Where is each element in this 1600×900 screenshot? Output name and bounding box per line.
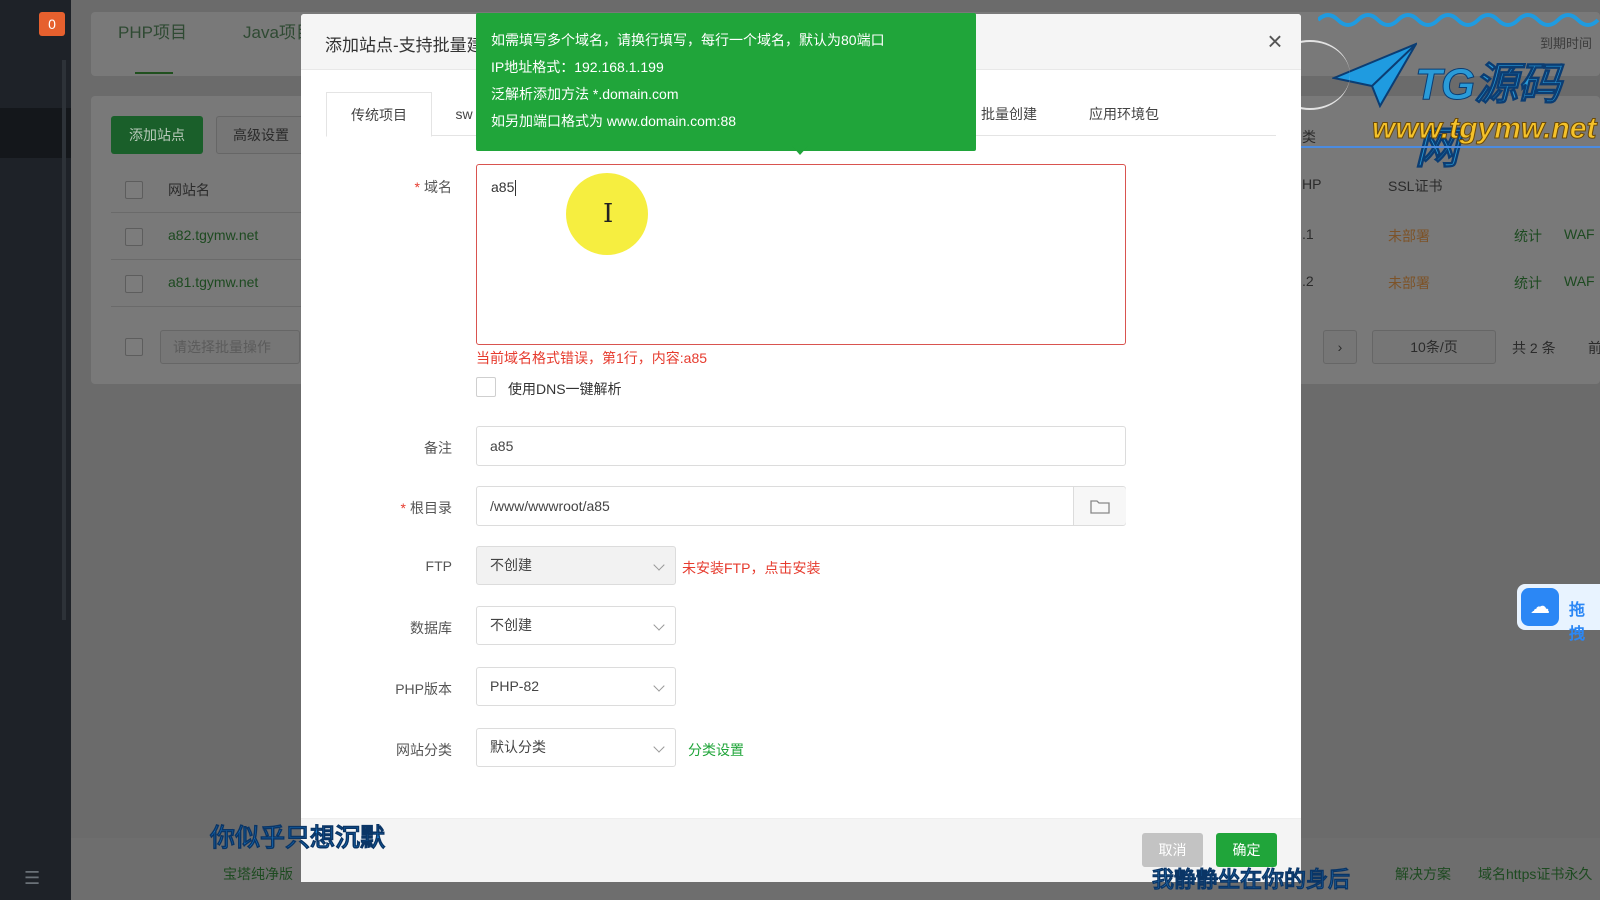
install-ftp-link[interactable]: 未安装FTP，点击安装: [682, 558, 820, 578]
cloud-icon: ☁: [1521, 588, 1559, 626]
ftp-value: 不创建: [490, 557, 532, 573]
bg-batch-checkbox[interactable]: [125, 338, 143, 356]
php-version-label: PHP版本: [395, 681, 452, 697]
text-cursor-icon: I: [603, 199, 614, 229]
tooltip-line: 泛解析添加方法 *.domain.com: [491, 86, 679, 102]
category-select[interactable]: 默认分类: [476, 728, 676, 767]
tab-traditional[interactable]: 传统项目: [326, 92, 432, 137]
bg-row-waf[interactable]: WAF: [1564, 226, 1595, 242]
bg-row-stats[interactable]: 统计: [1514, 226, 1542, 246]
ftp-label: FTP: [425, 558, 452, 574]
subtitle-line-1: 你似乎只想沉默: [210, 824, 386, 853]
sidebar-active-item[interactable]: [0, 108, 71, 158]
bg-row-php: .2: [1302, 273, 1314, 289]
domain-help-tooltip: 如需填写多个域名，请换行填写，每行一个域名，默认为80端口 IP地址格式：192…: [476, 13, 976, 151]
bg-next-page-button[interactable]: ›: [1323, 330, 1357, 364]
tab-batch-create[interactable]: 批量创建: [969, 92, 1049, 136]
bg-prev-label[interactable]: 前: [1588, 338, 1600, 358]
tooltip-arrow: [792, 146, 808, 155]
remark-value: a85: [490, 438, 514, 454]
bg-advanced-button[interactable]: 高级设置: [216, 116, 306, 154]
category-label: 网站分类: [396, 742, 452, 758]
bg-col-ssl[interactable]: SSL证书: [1388, 176, 1442, 196]
chevron-down-icon: [653, 619, 665, 631]
folder-icon: [1090, 500, 1110, 514]
menu-icon[interactable]: ☰: [24, 868, 40, 889]
sidebar: 0 ☰: [0, 0, 71, 900]
root-dir-input[interactable]: /www/wwwroot/a85: [476, 486, 1126, 526]
table-row: a82.tgymw.net: [111, 213, 301, 260]
bg-col-php[interactable]: HP: [1302, 176, 1321, 192]
sidebar-scrollbar[interactable]: [62, 60, 66, 620]
bg-site-link[interactable]: a82.tgymw.net: [168, 227, 258, 243]
text-caret: [515, 180, 517, 197]
table-row: a81.tgymw.net: [111, 260, 301, 307]
bg-tab-indicator: [135, 72, 173, 74]
bg-batch-select[interactable]: 请选择批量操作: [160, 330, 300, 364]
bg-page-size-select[interactable]: 10条/页: [1372, 330, 1496, 364]
bg-row-ssl[interactable]: 未部署: [1388, 226, 1430, 246]
ftp-select[interactable]: 不创建: [476, 546, 676, 585]
domain-label: * 域名: [414, 179, 452, 195]
required-mark: *: [400, 500, 406, 516]
notification-badge[interactable]: 0: [39, 12, 65, 36]
tooltip-line: IP地址格式：192.168.1.199: [491, 59, 664, 75]
root-dir-value: /www/wwwroot/a85: [490, 498, 610, 514]
bg-footer-left[interactable]: 宝塔纯净版: [223, 864, 293, 884]
bg-row-php: .1: [1302, 226, 1314, 242]
bg-category-label: 类: [1302, 129, 1316, 145]
required-mark: *: [414, 179, 420, 195]
cloud-drag-button[interactable]: ☁ 拖拽: [1517, 584, 1600, 643]
php-version-value: PHP-82: [490, 678, 540, 694]
bg-select-all-checkbox[interactable]: [125, 181, 143, 199]
folder-picker-button[interactable]: [1073, 487, 1126, 525]
category-settings-link[interactable]: 分类设置: [688, 740, 744, 760]
root-dir-label: * 根目录: [400, 500, 452, 516]
bg-expire-label: 到期时间: [1540, 36, 1593, 51]
bg-row-ssl[interactable]: 未部署: [1388, 273, 1430, 293]
tooltip-line: 如另加端口格式为 www.domain.com:88: [491, 113, 737, 129]
bg-row-waf[interactable]: WAF: [1564, 273, 1595, 289]
bg-site-link[interactable]: a81.tgymw.net: [168, 274, 258, 290]
bg-row-checkbox[interactable]: [125, 275, 143, 293]
bg-footer-mid[interactable]: 解决方案: [1395, 864, 1451, 884]
watermark-url: www.tgymw.net: [1371, 112, 1597, 146]
chevron-down-icon: [653, 680, 665, 692]
bg-footer-right[interactable]: 域名https证书永久: [1478, 864, 1592, 884]
cloud-drag-label: 拖拽: [1569, 602, 1586, 643]
wave-decoration-icon: [1318, 13, 1600, 27]
highlight-line: [1295, 146, 1600, 148]
dns-label[interactable]: 使用DNS一键解析: [508, 379, 622, 399]
subtitle-line-2: 我静静坐在你的身后: [1152, 867, 1351, 893]
category-value: 默认分类: [490, 739, 546, 755]
dns-checkbox[interactable]: [476, 377, 496, 397]
bg-row-stats[interactable]: 统计: [1514, 273, 1542, 293]
php-version-select[interactable]: PHP-82: [476, 667, 676, 706]
domain-value: a85: [491, 179, 515, 195]
modal-title: 添加站点-支持批量建站: [325, 36, 501, 55]
remark-label: 备注: [424, 440, 452, 456]
tooltip-line: 如需填写多个域名，请换行填写，每行一个域名，默认为80端口: [491, 32, 885, 48]
chevron-down-icon: [653, 741, 665, 753]
bg-table-header: 网站名: [111, 166, 301, 213]
bg-row-checkbox[interactable]: [125, 228, 143, 246]
bg-add-site-button[interactable]: 添加站点: [111, 116, 203, 154]
tab-app-env[interactable]: 应用环境包: [1074, 92, 1174, 136]
database-label: 数据库: [410, 620, 452, 636]
database-select[interactable]: 不创建: [476, 606, 676, 645]
bg-col-site-name[interactable]: 网站名: [168, 180, 210, 200]
remark-input[interactable]: a85: [476, 426, 1126, 466]
bg-tab-php[interactable]: PHP项目: [118, 18, 187, 43]
bg-total: 共 2 条: [1512, 340, 1556, 356]
close-icon[interactable]: ×: [1260, 26, 1290, 56]
chevron-down-icon: [653, 559, 665, 571]
database-value: 不创建: [490, 617, 532, 633]
domain-error: 当前域名格式错误，第1行，内容:a85: [476, 350, 708, 366]
